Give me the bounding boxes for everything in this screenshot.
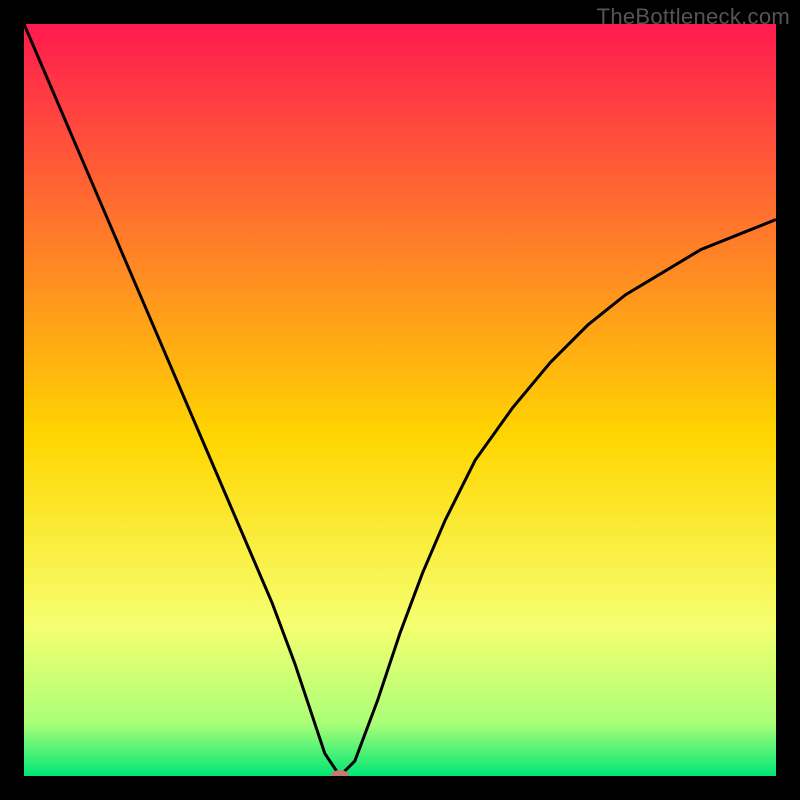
plot-area (24, 24, 776, 776)
gradient-background (24, 24, 776, 776)
chart-svg (24, 24, 776, 776)
chart-frame: TheBottleneck.com (0, 0, 800, 800)
watermark-text: TheBottleneck.com (597, 4, 790, 30)
